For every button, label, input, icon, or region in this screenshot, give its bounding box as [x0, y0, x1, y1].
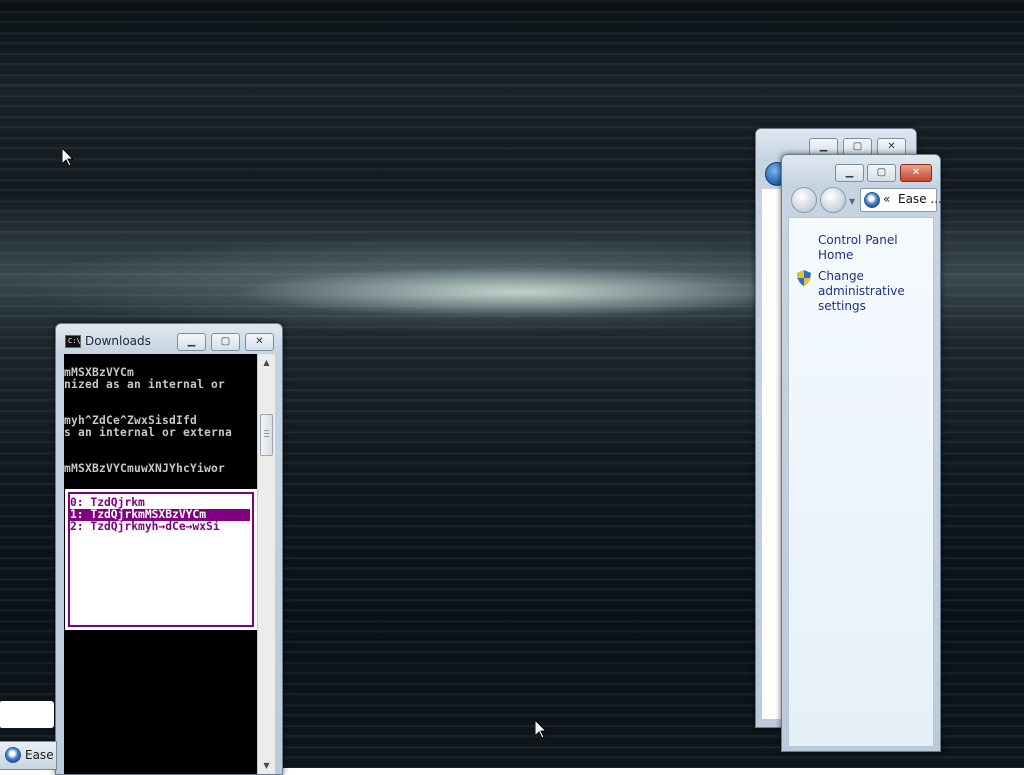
- explorer-window[interactable]: ▁ ▢ ✕ ▼ « Ease ... Control Panel Home Ch…: [781, 154, 942, 752]
- shield-icon: [797, 270, 811, 286]
- back-button[interactable]: [791, 187, 817, 213]
- taskbar-button-ease[interactable]: Ease: [0, 741, 57, 770]
- scrollbar-thumb[interactable]: [260, 414, 273, 456]
- console-icon: C:\.: [65, 335, 85, 348]
- taskbar-input-area[interactable]: [0, 701, 54, 728]
- minimize-icon: ▁: [845, 167, 854, 178]
- close-icon: ✕: [911, 167, 921, 178]
- selection-menu: 0: TzdQjrkm 1: TzdQjrkmMSXBzVYCm 2: TzdQ…: [65, 489, 257, 630]
- close-icon: ✕: [255, 336, 264, 347]
- breadcrumb-overflow-chevron[interactable]: «: [883, 191, 890, 207]
- maximize-icon: ▢: [876, 167, 887, 178]
- title-bar[interactable]: C:\. Downloads ▁ ▢ ✕: [56, 324, 282, 358]
- maximize-icon: ▢: [852, 141, 863, 152]
- menu-item-2[interactable]: 2: TzdQjrkmyh→dCe→wxSi: [70, 521, 250, 533]
- minimize-button[interactable]: ▁: [835, 164, 864, 182]
- console-line: nized as an internal or: [64, 378, 226, 391]
- scroll-up-arrow-icon[interactable]: ▲: [258, 354, 275, 371]
- vertical-scrollbar[interactable]: ▲ ▼: [257, 354, 275, 774]
- forward-button[interactable]: [820, 187, 846, 213]
- scroll-down-arrow-icon[interactable]: ▼: [258, 757, 275, 774]
- address-text[interactable]: Ease ...: [898, 192, 942, 206]
- task-pane: Control Panel Home Change administrative…: [788, 217, 934, 747]
- control-panel-home-link[interactable]: Control Panel Home: [818, 233, 933, 263]
- console-line: mMSXBzVYCmuwXNJYhcYiwor: [64, 462, 226, 475]
- minimize-icon: ▁: [819, 141, 828, 152]
- menu-item-0[interactable]: 0: TzdQjrkm: [70, 497, 250, 509]
- close-icon: ✕: [887, 141, 896, 152]
- close-button[interactable]: ✕: [245, 333, 274, 351]
- close-button[interactable]: ✕: [900, 164, 932, 182]
- ease-of-access-icon: [5, 747, 21, 763]
- menu-item-1-selected[interactable]: 1: TzdQjrkmMSXBzVYCm: [70, 509, 250, 521]
- minimize-icon: ▁: [187, 336, 196, 347]
- recent-pages-dropdown-icon[interactable]: ▼: [849, 197, 855, 206]
- console-line: s an internal or externa: [64, 426, 233, 439]
- console-output[interactable]: mMSXBzVYCm nized as an internal or myh^Z…: [64, 354, 257, 774]
- console-window[interactable]: C:\. Downloads ▁ ▢ ✕ mMSXBzVYCm nized as…: [55, 323, 283, 775]
- address-bar[interactable]: « Ease ...: [860, 188, 942, 212]
- maximize-button[interactable]: ▢: [211, 333, 240, 351]
- minimize-button[interactable]: ▁: [177, 333, 206, 351]
- taskbar-button-label: Ease: [25, 748, 54, 762]
- change-administrative-settings-link[interactable]: Change administrative settings: [818, 269, 918, 314]
- window-title: Downloads: [85, 334, 151, 348]
- maximize-icon: ▢: [220, 336, 231, 347]
- maximize-button[interactable]: ▢: [867, 164, 896, 182]
- ease-of-access-icon: [864, 192, 880, 208]
